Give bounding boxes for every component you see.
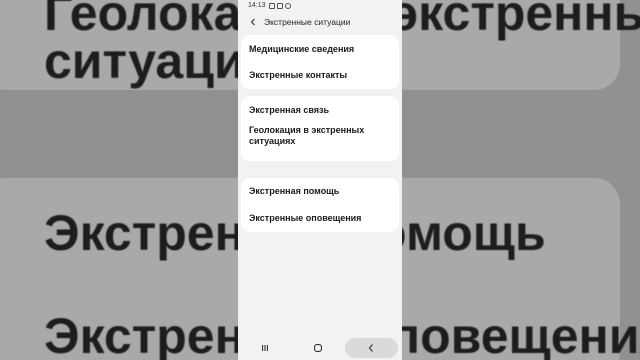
- home-icon: [314, 344, 322, 352]
- recents-button[interactable]: [238, 338, 291, 358]
- video-icon: [276, 2, 283, 9]
- sim-icon: [268, 2, 275, 9]
- back-arrow-icon[interactable]: [246, 15, 260, 29]
- menu-item-label: Экстренные оповещения: [249, 213, 362, 223]
- navigation-bar: [238, 336, 402, 360]
- menu-item-emergency-contacts[interactable]: Экстренные контакты: [241, 62, 399, 89]
- menu-item-label: Геолокация в экстренных ситуациях: [249, 125, 365, 146]
- menu-item-medical-info[interactable]: Медицинские сведения: [241, 35, 399, 62]
- home-button[interactable]: [291, 338, 344, 358]
- menu-item-label: Экстренные контакты: [249, 70, 348, 80]
- status-time: 14:13: [248, 2, 266, 9]
- menu-item-label: Экстренная связь: [249, 104, 330, 115]
- settings-group: Экстренная связь Геолокация в экстренных…: [241, 96, 399, 161]
- status-bar: 14:13: [238, 0, 402, 11]
- page-title: Экстренные ситуации: [264, 17, 351, 27]
- settings-group: Экстренная помощь Экстренные оповещения: [241, 178, 399, 232]
- menu-item-emergency-alerts[interactable]: Экстренные оповещения: [241, 205, 399, 232]
- settings-group: Медицинские сведения Экстренные контакты: [241, 35, 399, 89]
- menu-item-emergency-location[interactable]: Геолокация в экстренных ситуациях: [241, 124, 399, 161]
- menu-item-label: Медицинские сведения: [249, 43, 355, 54]
- menu-item-emergency-help[interactable]: Экстренная помощь: [241, 178, 399, 205]
- back-button[interactable]: [344, 338, 398, 358]
- status-icons: [268, 2, 291, 9]
- search-icon: [284, 2, 291, 9]
- phone-screen: 14:13 Экстренные ситуации Медицинские св…: [238, 0, 402, 360]
- menu-item-emergency-sos[interactable]: Экстренная связь: [241, 96, 399, 124]
- recents-icon: [261, 345, 268, 351]
- menu-item-label: Экстренная помощь: [249, 186, 340, 196]
- app-header: Экстренные ситуации: [238, 11, 402, 33]
- back-icon: [369, 344, 374, 352]
